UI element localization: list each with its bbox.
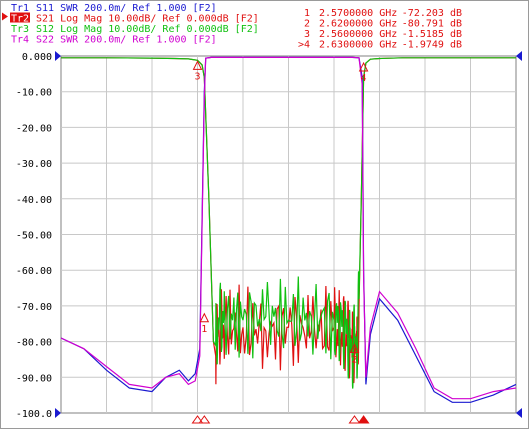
trace-id: Tr1 xyxy=(11,3,29,14)
marker-glyph-label: 3 xyxy=(194,71,200,82)
marker-label: 2 xyxy=(304,19,310,30)
marker-glyph-label: 4 xyxy=(361,73,367,84)
trace-settings: S11 SWR 200.0m/ Ref 1.000 [F2] xyxy=(36,3,217,14)
trace-settings: S22 SWR 200.0m/ Ref 1.000 [F2] xyxy=(36,35,217,46)
marker-label: 3 xyxy=(304,29,310,40)
y-tick-label: -10.00 xyxy=(16,88,52,99)
trace-legend-s21[interactable]: Tr2 S21 Log Mag 10.00dB/ Ref 0.000dB [F2] xyxy=(2,12,259,25)
y-tick-label: -70.00 xyxy=(16,302,52,313)
marker-label: >4 xyxy=(298,40,310,51)
marker-frequency: 2.6300000 GHz xyxy=(319,40,397,51)
trace-settings: S21 Log Mag 10.00dB/ Ref 0.000dB [F2] xyxy=(36,14,259,25)
vna-screen: Tr1 S11 SWR 200.0m/ Ref 1.000 [F2] Tr2 S21 … xyxy=(0,0,529,429)
marker-glyph-label: 2 xyxy=(351,354,357,365)
marker-frequency: 2.5700000 GHz xyxy=(319,8,397,19)
y-tick-label: -80.00 xyxy=(16,338,52,349)
vna-chart: Tr1 S11 SWR 200.0m/ Ref 1.000 [F2] Tr2 S21 … xyxy=(0,0,529,429)
marker-glyph-label: 1 xyxy=(201,324,207,335)
y-tick-label: -90.00 xyxy=(16,373,52,384)
marker-label: 1 xyxy=(304,8,310,19)
marker-row-3: 3 2.5600000 GHz -1.5185 dB xyxy=(304,29,462,40)
y-tick-label: -40.00 xyxy=(16,195,52,206)
marker-row-1: 1 2.5700000 GHz -72.203 dB xyxy=(304,8,462,19)
y-tick-label: -50.00 xyxy=(16,231,52,242)
marker-value: -80.791 dB xyxy=(402,19,462,30)
trace-settings: S12 Log Mag 10.00dB/ Ref 0.000dB [F2] xyxy=(36,24,259,35)
trace-legend-s11[interactable]: Tr1 S11 SWR 200.0m/ Ref 1.000 [F2] xyxy=(11,3,217,14)
trace-id: Tr2 xyxy=(11,14,29,25)
y-tick-label: 0.000 xyxy=(22,52,52,63)
marker-table: 1 2.5700000 GHz -72.203 dB 2 2.6200000 GHz -8… xyxy=(298,8,462,51)
y-tick-label: -20.00 xyxy=(16,123,52,134)
trace-legend-s12[interactable]: Tr3 S12 Log Mag 10.00dB/ Ref 0.000dB [F2] xyxy=(11,24,259,35)
y-tick-label: -100.0 xyxy=(16,409,52,420)
trace-id: Tr4 xyxy=(11,35,29,46)
marker-frequency: 2.5600000 GHz xyxy=(319,29,397,40)
trace-id: Tr3 xyxy=(11,24,29,35)
y-tick-label: -30.00 xyxy=(16,159,52,170)
marker-row-2: 2 2.6200000 GHz -80.791 dB xyxy=(304,19,462,30)
marker-value: -72.203 dB xyxy=(402,8,462,19)
marker-value: -1.9749 dB xyxy=(402,40,462,51)
marker-row-4: >4 2.6300000 GHz -1.9749 dB xyxy=(298,40,462,51)
y-tick-label: -60.00 xyxy=(16,266,52,277)
marker-frequency: 2.6200000 GHz xyxy=(319,19,397,30)
trace-legend-s22[interactable]: Tr4 S22 SWR 200.0m/ Ref 1.000 [F2] xyxy=(11,35,217,46)
marker-value: -1.5185 dB xyxy=(402,29,462,40)
